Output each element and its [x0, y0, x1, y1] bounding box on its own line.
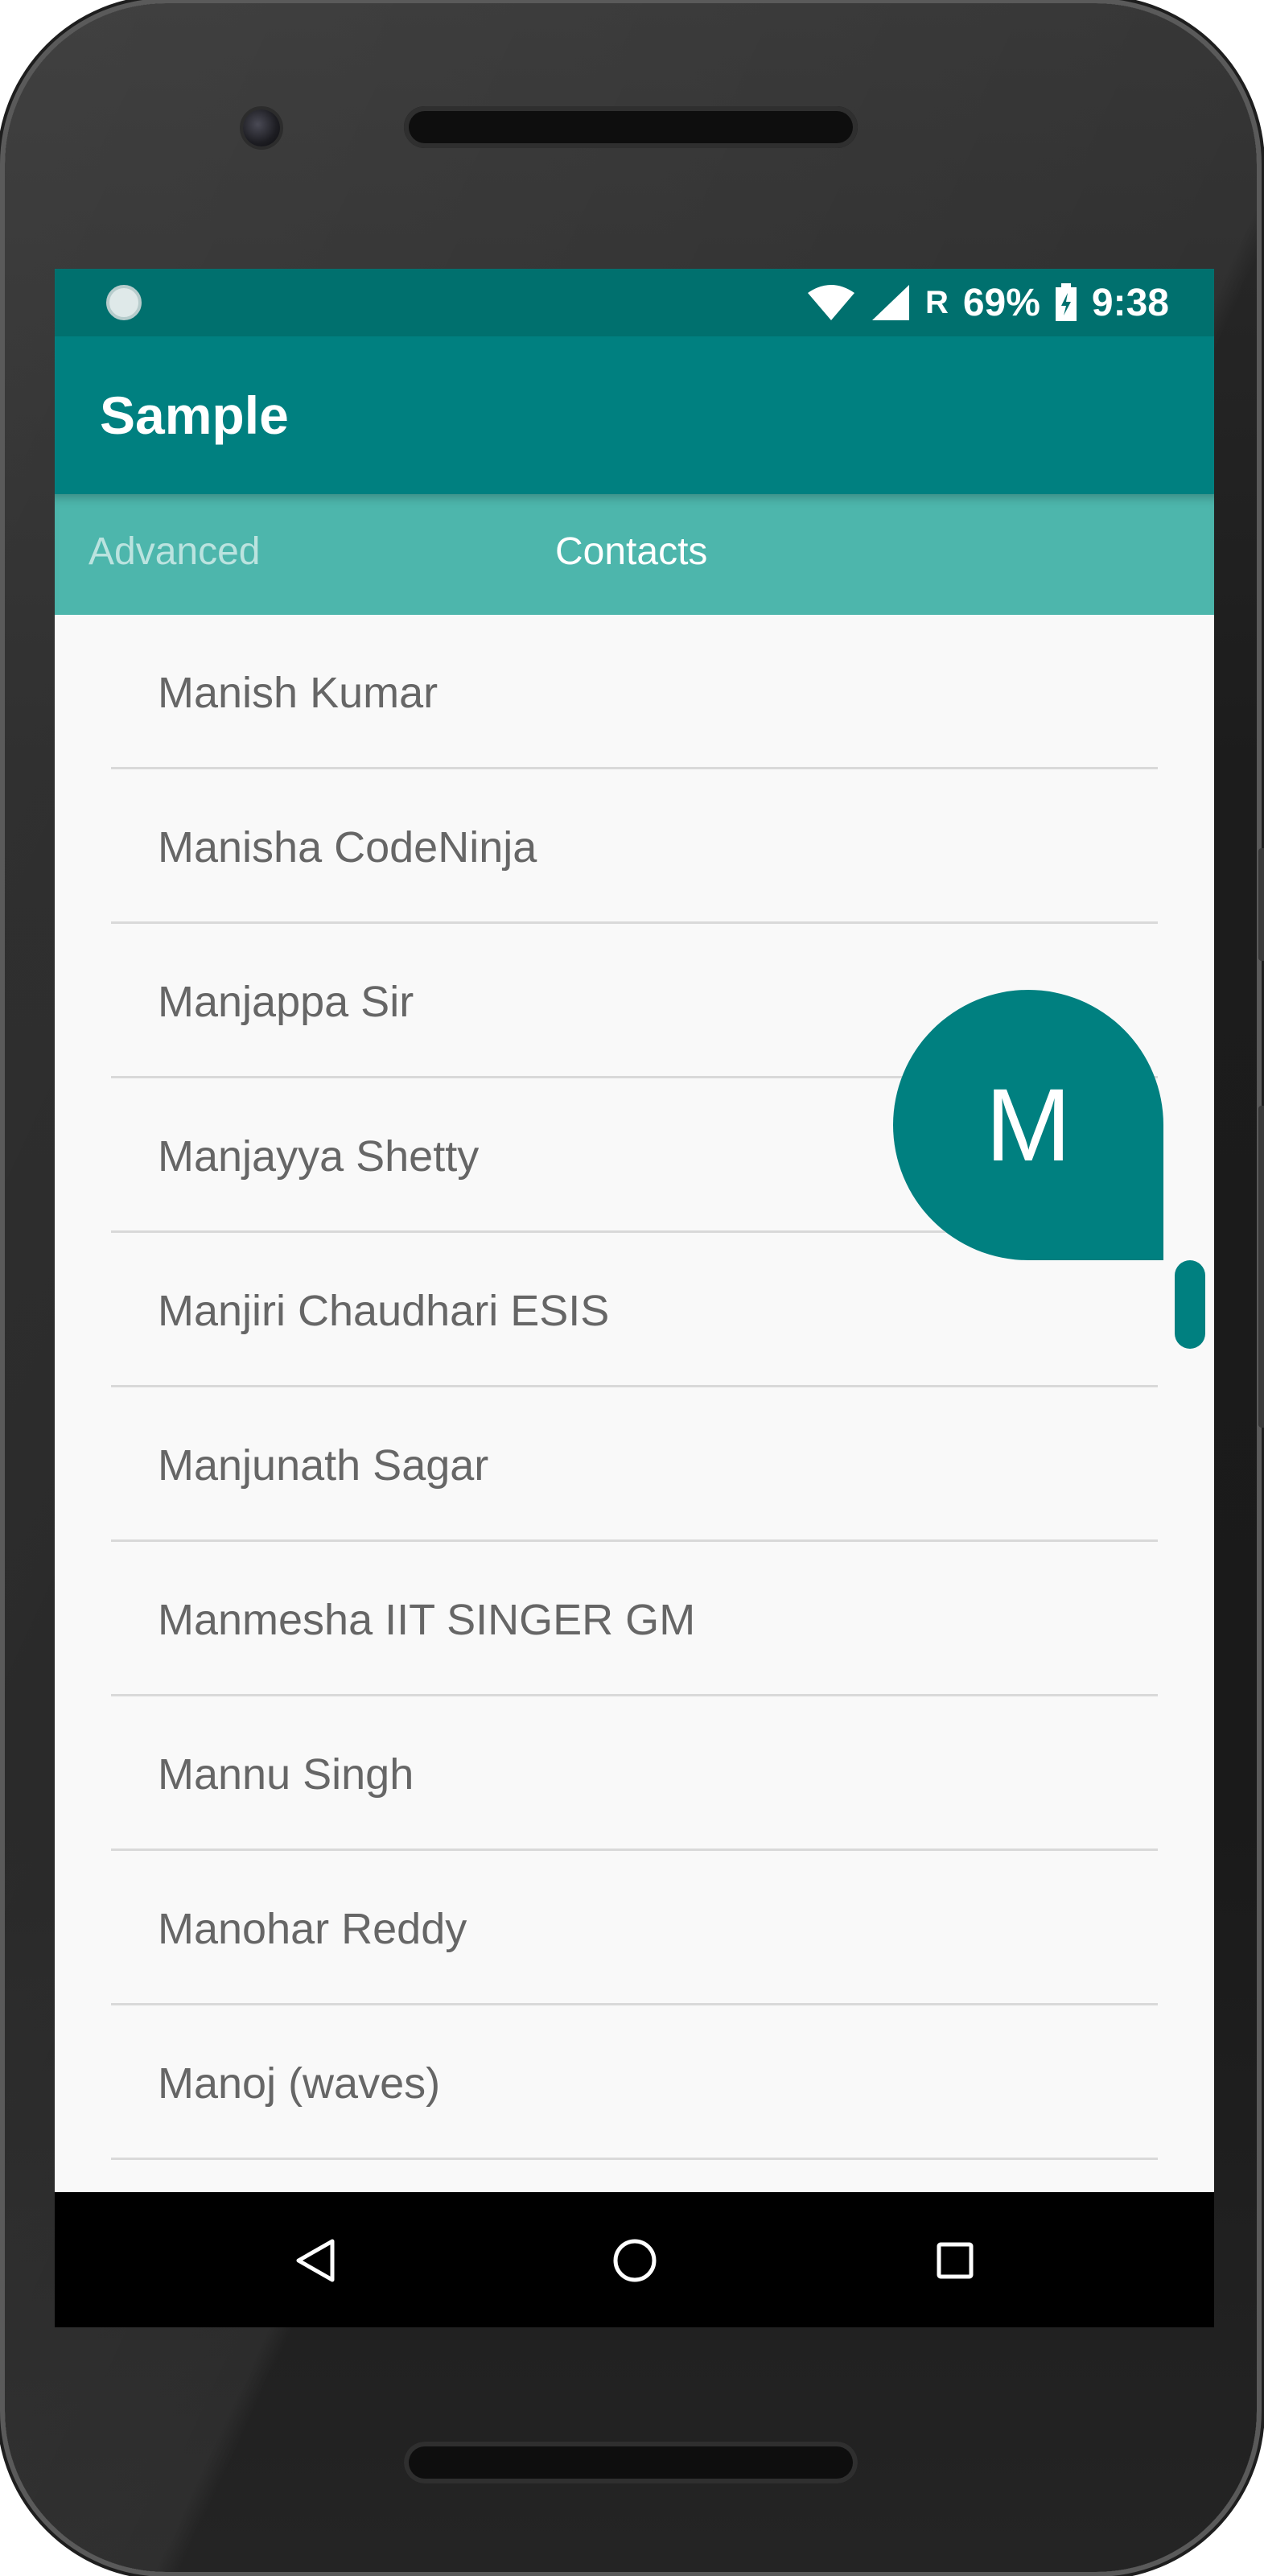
- back-icon: [296, 2239, 335, 2282]
- battery-charging-icon: [1055, 283, 1077, 322]
- tab-bar: Advanced Contacts: [55, 494, 1214, 615]
- navigation-bar: [55, 2192, 1214, 2327]
- contact-name: Manisha CodeNinja: [158, 823, 537, 872]
- bottom-speaker: [404, 2442, 858, 2483]
- battery-percent: 69%: [962, 281, 1040, 324]
- status-bar: R 69% 9:38: [55, 269, 1214, 336]
- contact-name: Manoj (waves): [158, 2059, 441, 2108]
- fast-scroll-handle[interactable]: [1175, 1260, 1205, 1349]
- fast-scroll-letter: M: [985, 1067, 1072, 1183]
- volume-button: [1258, 1106, 1264, 1428]
- tab-contacts[interactable]: Contacts: [555, 530, 707, 574]
- top-speaker: [404, 106, 858, 148]
- contact-name: Manmesha IIT SINGER GM: [158, 1596, 696, 1644]
- phone-frame: R 69% 9:38 Sample Advanced Contacts Mani…: [5, 3, 1264, 2572]
- front-camera: [243, 109, 280, 146]
- tab-advanced[interactable]: Advanced: [89, 530, 261, 574]
- list-item[interactable]: Manish Kumar: [55, 615, 1214, 769]
- list-item[interactable]: Manohar Reddy: [55, 1851, 1214, 2005]
- home-icon: [613, 2239, 657, 2282]
- back-button[interactable]: [286, 2232, 343, 2289]
- list-item[interactable]: Manmesha IIT SINGER GM: [55, 1542, 1214, 1696]
- list-item[interactable]: Manisha CodeNinja: [55, 769, 1214, 924]
- clock: 9:38: [1091, 281, 1169, 324]
- contact-name: Manohar Reddy: [158, 1905, 467, 1953]
- notification-dot-icon: [106, 285, 142, 320]
- cell-signal-icon: [871, 283, 911, 322]
- contact-name: Manjayya Shetty: [158, 1132, 480, 1181]
- list-item[interactable]: Manoj (waves): [55, 2005, 1214, 2160]
- list-item[interactable]: Mannu Singh: [55, 1696, 1214, 1851]
- status-indicators: R 69% 9:38: [806, 277, 1169, 328]
- recents-button[interactable]: [927, 2232, 983, 2289]
- screen: R 69% 9:38 Sample Advanced Contacts Mani…: [55, 269, 1214, 2327]
- contact-list[interactable]: Manish Kumar Manisha CodeNinja Manjappa …: [55, 615, 1214, 2160]
- divider: [111, 2158, 1158, 2160]
- home-button[interactable]: [607, 2232, 663, 2289]
- list-item[interactable]: Manjunath Sagar: [55, 1387, 1214, 1542]
- power-button: [1258, 848, 1264, 961]
- wifi-icon: [806, 283, 856, 322]
- fast-scroll-letter-bubble: M: [893, 990, 1163, 1260]
- app-title: Sample: [100, 385, 289, 445]
- contact-name: Mannu Singh: [158, 1750, 414, 1799]
- contact-name: Manjiri Chaudhari ESIS: [158, 1287, 610, 1335]
- roaming-indicator: R: [924, 284, 949, 320]
- recents-icon: [937, 2242, 974, 2279]
- contact-name: Manjappa Sir: [158, 978, 414, 1026]
- contact-name: Manjunath Sagar: [158, 1441, 489, 1490]
- app-bar: Sample: [55, 336, 1214, 494]
- contact-name: Manish Kumar: [158, 669, 438, 717]
